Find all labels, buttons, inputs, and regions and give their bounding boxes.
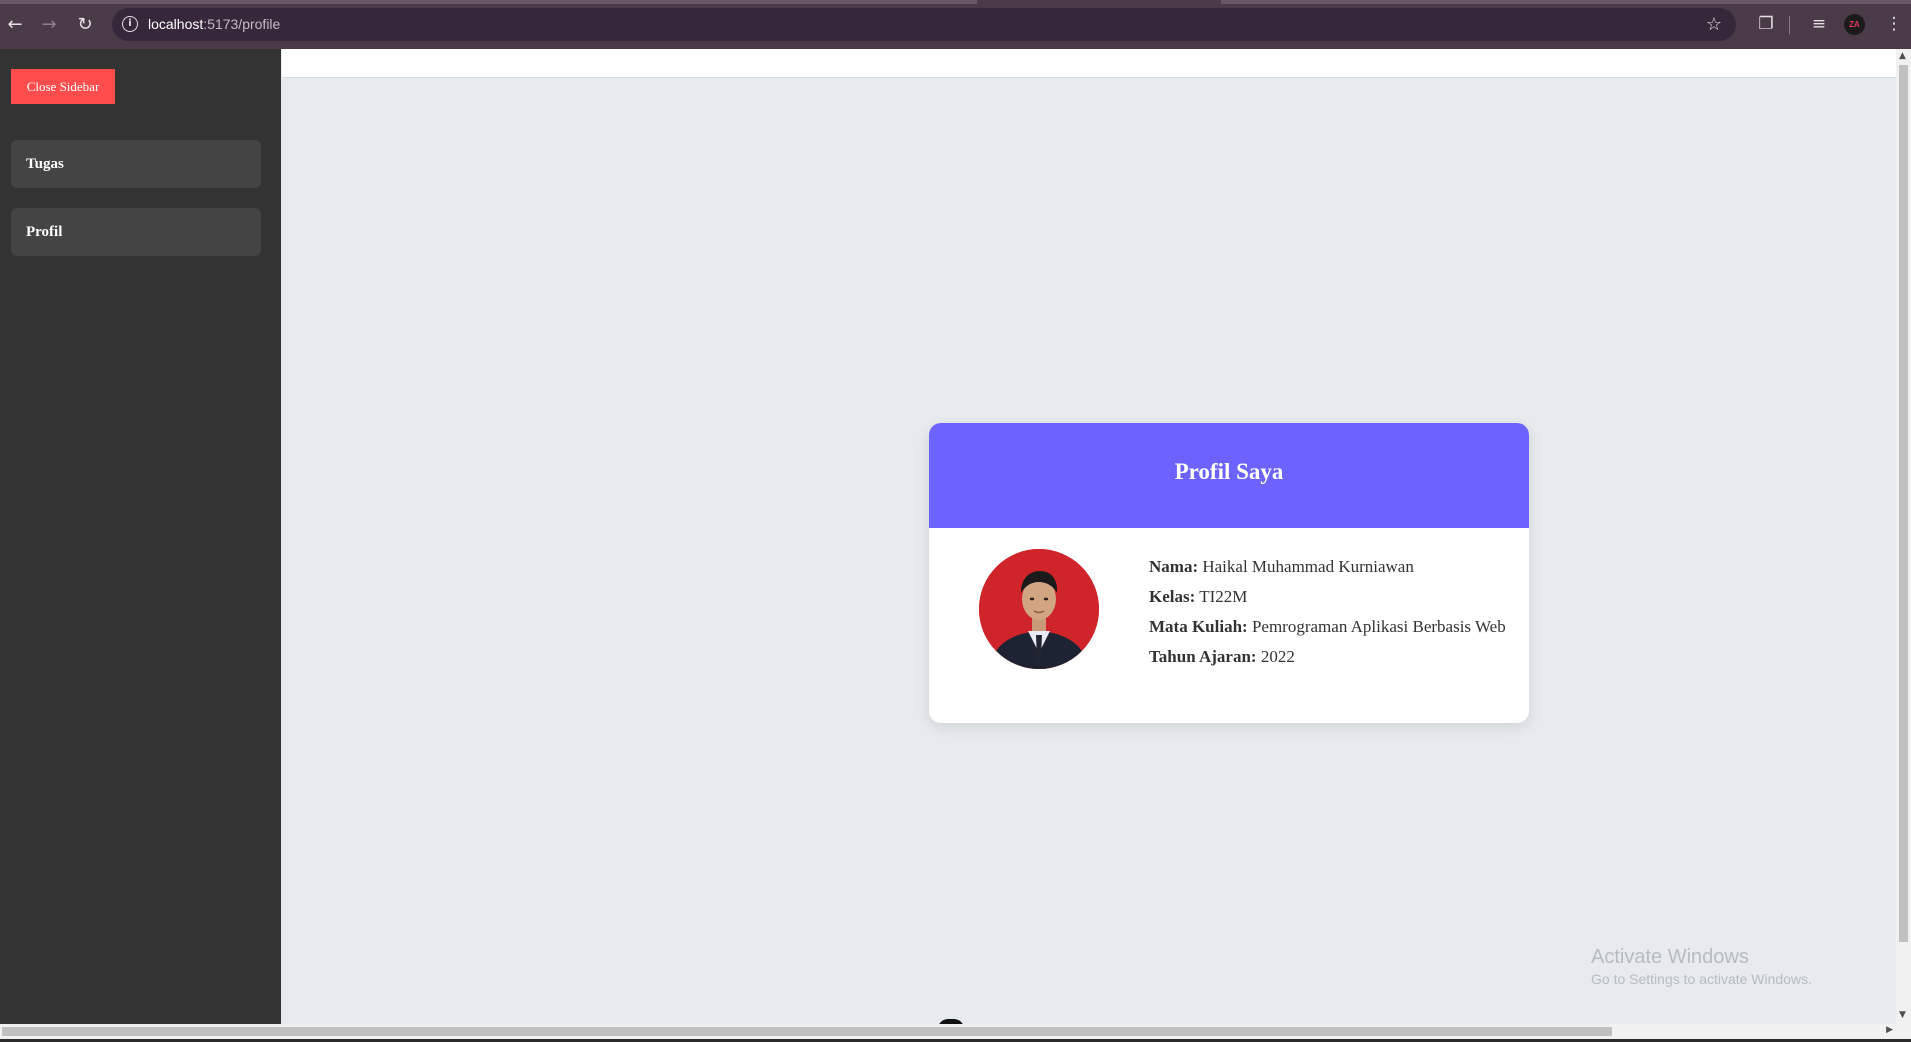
active-tab-indicator <box>977 0 1221 4</box>
close-sidebar-button[interactable]: Close Sidebar <box>11 69 115 104</box>
address-bar[interactable]: i localhost:5173/profile ☆ <box>112 8 1736 41</box>
scroll-down-arrow-icon[interactable]: ▼ <box>1899 1010 1906 1020</box>
profile-avatar[interactable]: ZA <box>1844 14 1865 35</box>
profile-card-header: Profil Saya <box>929 423 1529 528</box>
profile-row-kelas: Kelas: TI22M <box>1149 587 1509 607</box>
sidebar: Close Sidebar Tugas Profil <box>0 49 281 1024</box>
profile-row-mata-kuliah: Mata Kuliah: Pemrograman Aplikasi Berbas… <box>1149 617 1509 637</box>
sidebar-item-tugas[interactable]: Tugas <box>11 140 261 188</box>
field-value: TI22M <box>1199 587 1248 606</box>
kebab-menu-icon[interactable]: ⋮ <box>1881 12 1907 36</box>
reload-icon[interactable]: ↻ <box>72 12 98 38</box>
watermark-title: Activate Windows <box>1591 946 1749 968</box>
field-value: Haikal Muhammad Kurniawan <box>1202 557 1414 576</box>
profile-details: Nama: Haikal Muhammad Kurniawan Kelas: T… <box>1149 557 1509 677</box>
sidebar-item-profil[interactable]: Profil <box>11 208 261 256</box>
bookmark-star-icon[interactable]: ☆ <box>1706 14 1722 35</box>
url-path: :5173/profile <box>203 16 281 32</box>
profile-row-tahun-ajaran: Tahun Ajaran: 2022 <box>1149 647 1509 667</box>
profile-photo <box>979 549 1099 669</box>
vertical-scroll-thumb[interactable] <box>1899 65 1908 942</box>
url-text[interactable]: localhost:5173/profile <box>148 16 280 32</box>
extensions-puzzle-icon[interactable]: ❐ <box>1753 12 1779 36</box>
url-host: localhost <box>148 16 204 32</box>
profile-card: Profil Saya Nama: Haikal Muhammad Kurnia… <box>929 423 1529 723</box>
horizontal-scrollbar[interactable]: ▶ <box>0 1024 1911 1039</box>
field-value: 2022 <box>1260 647 1295 666</box>
field-label: Nama: <box>1149 557 1199 576</box>
scroll-up-arrow-icon[interactable]: ▲ <box>1899 51 1906 61</box>
toolbar-divider <box>1789 16 1790 34</box>
vertical-scrollbar[interactable]: ▲ ▼ <box>1896 49 1911 1024</box>
field-label: Tahun Ajaran: <box>1149 647 1257 666</box>
tab-strip <box>0 0 1911 4</box>
main-top-bar <box>282 49 1896 78</box>
watermark-subtitle: Go to Settings to activate Windows. <box>1591 971 1812 987</box>
forward-arrow-icon[interactable]: → <box>36 12 62 38</box>
horizontal-scroll-thumb[interactable] <box>2 1027 1612 1036</box>
activate-windows-watermark: Activate Windows Go to Settings to activ… <box>1591 946 1812 987</box>
person-portrait-icon <box>979 549 1099 669</box>
field-label: Mata Kuliah: <box>1149 617 1248 636</box>
profile-title: Profil Saya <box>1174 459 1284 484</box>
site-info-icon[interactable]: i <box>122 16 138 32</box>
scroll-right-arrow-icon[interactable]: ▶ <box>1886 1025 1893 1035</box>
media-queue-icon[interactable]: ≡ <box>1806 12 1832 36</box>
field-value: Pemrograman Aplikasi Berbasis Web <box>1251 617 1506 636</box>
back-arrow-icon[interactable]: ← <box>2 12 28 38</box>
profile-row-nama: Nama: Haikal Muhammad Kurniawan <box>1149 557 1509 577</box>
field-label: Kelas: <box>1149 587 1196 606</box>
browser-toolbar: ← → ↻ i localhost:5173/profile ☆ ❐ ≡ ZA … <box>0 0 1911 49</box>
